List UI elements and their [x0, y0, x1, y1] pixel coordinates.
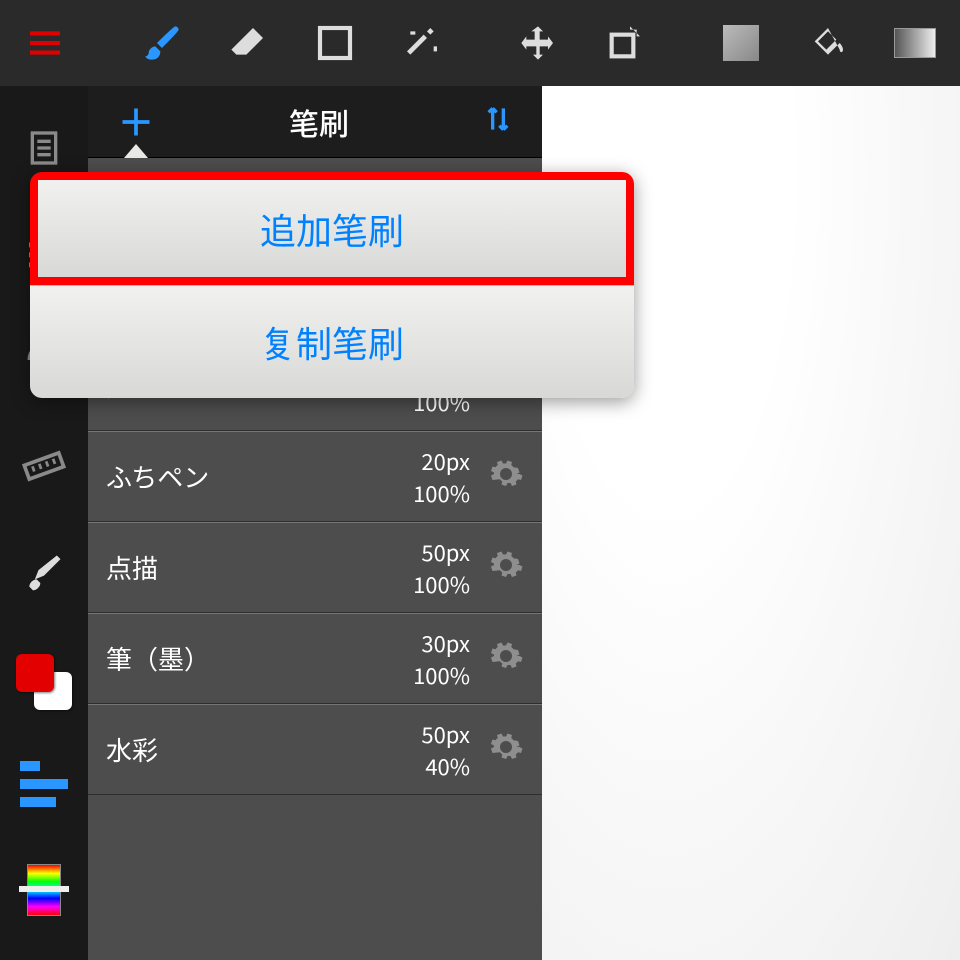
gear-icon	[488, 456, 524, 492]
ruler-icon	[22, 444, 66, 488]
gear-icon	[488, 729, 524, 765]
brush-row[interactable]: 点描50px100%	[88, 522, 542, 613]
swatches-icon	[16, 654, 72, 710]
gradient-icon	[894, 28, 936, 58]
gear-icon	[488, 638, 524, 674]
gradient-tool-button[interactable]	[881, 9, 948, 77]
brush-settings-button[interactable]	[488, 456, 524, 497]
transform-tool-button[interactable]	[592, 9, 659, 77]
square-icon	[315, 23, 355, 63]
brush-name: 水彩	[106, 731, 421, 768]
transform-icon	[605, 23, 645, 63]
move-icon	[518, 23, 558, 63]
brush-settings-button[interactable]	[488, 729, 524, 770]
brush-values: 20px100%	[413, 445, 470, 509]
magic-tool-button[interactable]	[388, 9, 455, 77]
sliders-icon	[20, 761, 68, 807]
swatch-icon	[723, 25, 759, 61]
brush-values: 30px100%	[413, 627, 470, 691]
wand-icon	[402, 23, 442, 63]
menu-button[interactable]	[12, 9, 79, 77]
brush-tool-button[interactable]	[128, 9, 195, 77]
brush-name: ふちペン	[106, 458, 413, 495]
palette-panel-button[interactable]	[14, 860, 74, 920]
brush-name: 筆（墨）	[106, 640, 413, 677]
brush-values: 50px100%	[413, 536, 470, 600]
fill-tool-button[interactable]	[795, 9, 862, 77]
brush-row[interactable]: 筆（墨）30px100%	[88, 613, 542, 704]
duplicate-brush-option-label: 复制笔刷	[260, 316, 404, 368]
brush-opacity: 40%	[425, 750, 470, 782]
add-brush-popover: 追加笔刷 复制笔刷	[30, 172, 634, 398]
add-brush-option-label: 追加笔刷	[260, 203, 404, 255]
brush-settings-button[interactable]	[488, 547, 524, 588]
duplicate-brush-option[interactable]: 复制笔刷	[30, 285, 634, 398]
top-toolbar	[0, 0, 960, 86]
brush-size: 30px	[421, 627, 470, 659]
rainbow-icon	[27, 864, 61, 916]
brush-size: 20px	[421, 445, 470, 477]
brush-size: 50px	[421, 536, 470, 568]
document-panel-button[interactable]	[14, 118, 74, 178]
add-brush-button[interactable]	[116, 102, 156, 142]
eraser-icon	[228, 23, 268, 63]
brush-opacity: 100%	[413, 477, 470, 509]
brush-panel-header: 笔刷	[88, 86, 542, 158]
brush-name: 点描	[106, 549, 413, 586]
brush-icon	[142, 23, 182, 63]
shape-tool-button[interactable]	[302, 9, 369, 77]
color-swatch-button[interactable]	[708, 9, 775, 77]
sort-icon	[482, 103, 514, 135]
document-icon	[24, 128, 64, 168]
brush-row[interactable]: ふちペン20px100%	[88, 431, 542, 522]
brush-settings-button[interactable]	[488, 638, 524, 679]
brush-size: 50px	[421, 718, 470, 750]
brush-opacity: 100%	[413, 659, 470, 691]
add-brush-option[interactable]: 追加笔刷	[30, 172, 634, 285]
hamburger-icon	[25, 23, 65, 63]
pen-nib-icon	[22, 550, 66, 594]
bucket-icon	[808, 23, 848, 63]
brush-row[interactable]: 水彩50px40%	[88, 704, 542, 795]
sort-brushes-button[interactable]	[482, 103, 514, 140]
eraser-tool-button[interactable]	[215, 9, 282, 77]
plus-icon	[118, 104, 154, 140]
gear-icon	[488, 547, 524, 583]
ruler-panel-button[interactable]	[14, 436, 74, 496]
brush-values: 50px40%	[421, 718, 470, 782]
sliders-panel-button[interactable]	[14, 754, 74, 814]
color-swatches-button[interactable]	[14, 648, 74, 708]
brush-opacity: 100%	[413, 568, 470, 600]
pen-panel-button[interactable]	[14, 542, 74, 602]
brush-panel-title: 笔刷	[289, 100, 349, 144]
move-tool-button[interactable]	[505, 9, 572, 77]
